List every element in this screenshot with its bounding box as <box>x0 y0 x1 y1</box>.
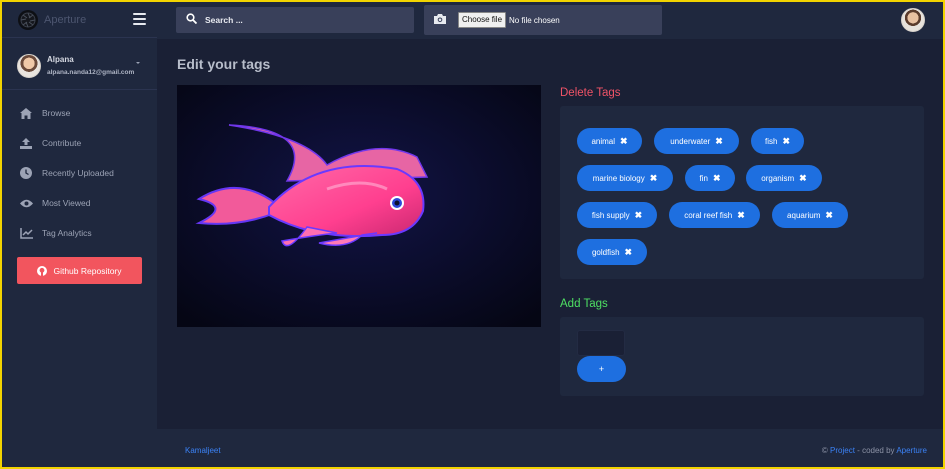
tag-chip[interactable]: organism ✖ <box>746 165 822 191</box>
user-email: alpana.nanda12@gmail.com <box>47 69 135 76</box>
sidebar-item-tag-analytics[interactable]: Tag Analytics <box>2 218 157 248</box>
search-icon[interactable] <box>186 11 198 29</box>
choose-file-button[interactable]: Choose file <box>458 12 507 28</box>
add-tags-card: + <box>560 317 924 396</box>
file-status: No file chosen <box>509 15 560 25</box>
menu-toggle-icon[interactable] <box>133 13 146 25</box>
sidebar-item-contribute[interactable]: Contribute <box>2 128 157 158</box>
avatar <box>17 53 41 78</box>
footer-project-link[interactable]: Project <box>830 446 855 455</box>
sidebar-item-label: Tag Analytics <box>42 228 92 238</box>
close-icon[interactable]: ✖ <box>713 173 721 184</box>
close-icon[interactable]: ✖ <box>635 210 643 221</box>
sidebar-item-label: Most Viewed <box>42 198 91 208</box>
close-icon[interactable]: ✖ <box>782 136 790 147</box>
brand-name: Aperture <box>44 13 87 26</box>
tag-chip[interactable]: underwater ✖ <box>654 128 739 154</box>
github-icon <box>37 265 48 276</box>
fish-image <box>177 85 541 327</box>
home-icon <box>19 107 33 119</box>
add-tags-title: Add Tags <box>560 298 608 310</box>
caret-down-icon[interactable] <box>136 62 140 64</box>
close-icon[interactable]: ✖ <box>799 173 807 184</box>
add-tag-button[interactable]: + <box>577 356 626 382</box>
delete-tags-title: Delete Tags <box>560 87 621 99</box>
sidebar-item-label: Browse <box>42 108 71 118</box>
close-icon[interactable]: ✖ <box>737 210 745 221</box>
sidebar-item-browse[interactable]: Browse <box>2 98 157 128</box>
footer: Kamaljeet © Project - coded by Aperture <box>157 429 943 467</box>
sidebar-item-label: Recently Uploaded <box>42 168 114 178</box>
close-icon[interactable]: ✖ <box>715 136 723 147</box>
delete-tags-card: animal ✖ underwater ✖ fish ✖ marine biology… <box>560 106 924 279</box>
file-upload: Choose file No file chosen <box>424 5 662 35</box>
user-name: Alpana <box>47 55 74 64</box>
footer-brand-link[interactable]: Aperture <box>896 446 927 455</box>
tag-chip[interactable]: coral reef fish ✖ <box>669 202 760 228</box>
tag-chip[interactable]: fish supply ✖ <box>577 202 657 228</box>
avatar[interactable] <box>901 8 925 32</box>
tag-chip[interactable]: fin ✖ <box>685 165 735 191</box>
close-icon[interactable]: ✖ <box>650 173 658 184</box>
camera-icon <box>434 11 446 29</box>
search-input[interactable] <box>205 15 395 25</box>
sidebar-item-recently-uploaded[interactable]: Recently Uploaded <box>2 158 157 188</box>
tag-chip[interactable]: goldfish ✖ <box>577 239 647 265</box>
close-icon[interactable]: ✖ <box>620 136 628 147</box>
tag-chip[interactable]: animal ✖ <box>577 128 642 154</box>
sidebar: Aperture Alpana alpana.nanda12@gmail.com… <box>2 2 157 467</box>
topbar: Choose file No file chosen <box>157 2 943 39</box>
sidebar-nav: Browse Contribute Recently Uploaded Most… <box>2 98 157 248</box>
eye-icon <box>19 197 33 209</box>
tag-chip[interactable]: marine biology ✖ <box>577 165 673 191</box>
search-box <box>176 7 414 33</box>
sidebar-item-label: Contribute <box>42 138 82 148</box>
chart-line-icon <box>19 227 33 239</box>
tag-chip[interactable]: aquarium ✖ <box>772 202 848 228</box>
user-profile[interactable]: Alpana alpana.nanda12@gmail.com <box>2 42 157 90</box>
aperture-logo-icon <box>18 9 38 30</box>
add-tag-input[interactable] <box>577 330 625 356</box>
tag-chip[interactable]: fish ✖ <box>751 128 804 154</box>
footer-author-link[interactable]: Kamaljeet <box>185 446 221 455</box>
sidebar-item-most-viewed[interactable]: Most Viewed <box>2 188 157 218</box>
clock-icon <box>19 167 33 179</box>
close-icon[interactable]: ✖ <box>825 210 833 221</box>
main-content: Edit your tags Delete Tags animal ✖ unde… <box>157 39 943 429</box>
github-repository-button[interactable]: Github Repository <box>17 257 142 284</box>
page-title: Edit your tags <box>177 56 271 72</box>
upload-icon <box>19 137 33 149</box>
close-icon[interactable]: ✖ <box>625 247 633 258</box>
github-button-label: Github Repository <box>53 265 122 276</box>
footer-credits: © Project - coded by Aperture <box>821 446 927 455</box>
